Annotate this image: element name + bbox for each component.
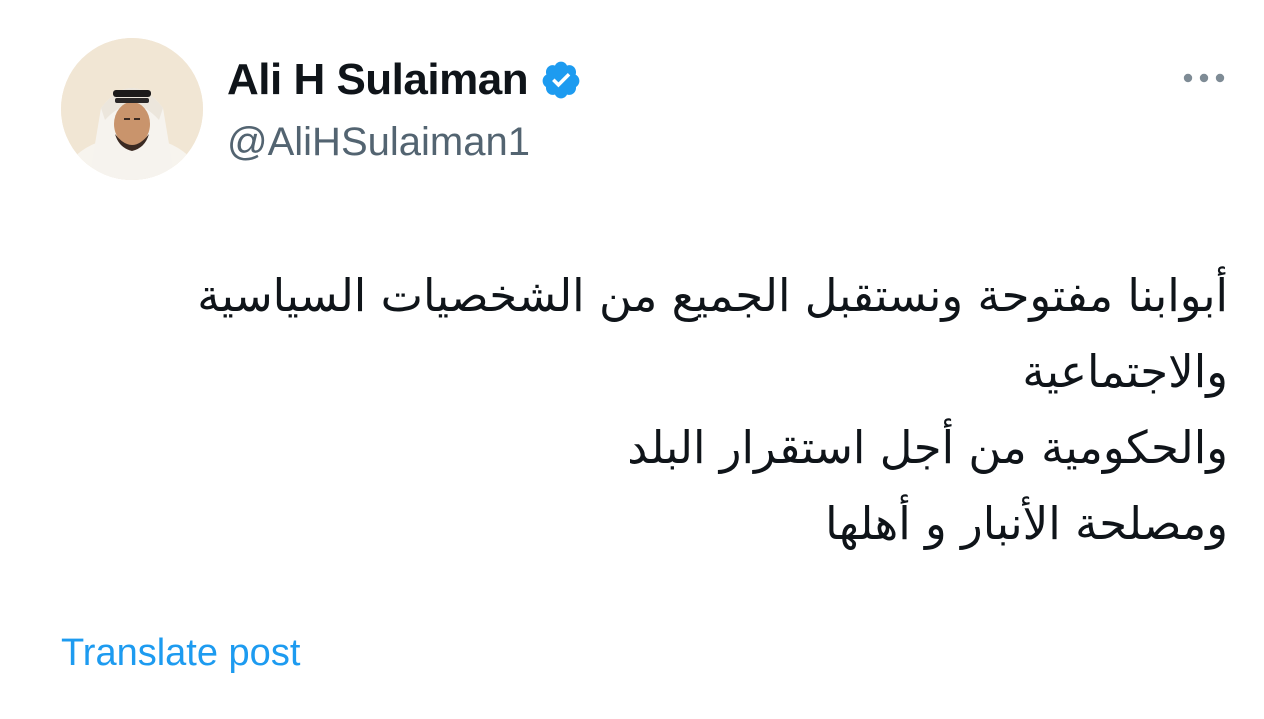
translate-post-link[interactable]: Translate post [61, 625, 300, 681]
author-handle[interactable]: @AliHSulaiman1 [227, 114, 582, 170]
tweet-text-line: والحكومية من أجل استقرار البلد [627, 421, 1228, 474]
verified-badge-icon[interactable] [540, 59, 582, 101]
tweet-text-line: أبوابنا مفتوحة ونستقبل الجميع من الشخصيا… [197, 269, 1228, 322]
author-display-name[interactable]: Ali H Sulaiman [227, 52, 529, 108]
tweet-text-line: ومصلحة الأنبار و أهلها [825, 497, 1228, 550]
tweet-card: Ali H Sulaiman @AliHSulaiman1 أبوابنا مف… [0, 0, 1264, 719]
author-name-row: Ali H Sulaiman [227, 52, 582, 108]
profile-photo-icon [61, 38, 203, 180]
tweet-text-line: والاجتماعية [1022, 345, 1228, 398]
more-options-button[interactable] [1176, 60, 1232, 96]
author-avatar[interactable] [61, 38, 203, 180]
tweet-text: أبوابنا مفتوحة ونستقبل الجميع من الشخصيا… [58, 258, 1228, 562]
more-options-icon [1183, 73, 1225, 83]
author-identity: Ali H Sulaiman @AliHSulaiman1 [227, 52, 582, 172]
